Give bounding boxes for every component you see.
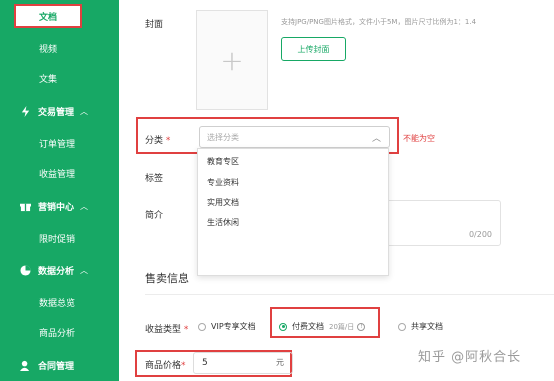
sidebar-item-product-analysis[interactable]: 商品分析: [0, 319, 119, 345]
plus-icon: +: [220, 43, 244, 77]
radio-label: VIP专享文档: [211, 322, 256, 331]
chevron-up-icon: ︿: [80, 106, 89, 116]
revenue-type-label: 收益类型 *: [145, 325, 189, 335]
gift-icon: [20, 203, 31, 211]
sale-section-title: 售卖信息: [145, 272, 189, 285]
sidebar-group-marketing[interactable]: 营销中心 ︿: [0, 193, 119, 219]
dropdown-option[interactable]: 实用文档: [207, 197, 239, 208]
price-unit: 元: [276, 358, 284, 367]
sidebar-item-overview[interactable]: 数据总览: [0, 289, 119, 315]
sidebar-item-video[interactable]: 视频: [0, 35, 119, 61]
sidebar-group-label: 合同管理: [38, 361, 75, 372]
sidebar-item-revenue[interactable]: 收益管理: [0, 160, 119, 186]
sidebar-group-contracts[interactable]: 合同管理: [0, 352, 119, 378]
chevron-up-icon: ︿: [80, 201, 89, 211]
chevron-up-icon: ︿: [371, 134, 381, 144]
tags-label: 标签: [145, 174, 164, 184]
info-icon[interactable]: !: [357, 322, 366, 331]
category-dropdown: 教育专区 专业资料 实用文档 生活休闲: [197, 148, 389, 276]
sidebar-group-trade[interactable]: 交易管理 ︿: [0, 98, 119, 124]
sidebar-group-analytics[interactable]: 数据分析 ︿: [0, 257, 119, 283]
sidebar: 文档 视频 文集 交易管理 ︿ 订单管理 收益管理 营销中心 ︿ 限时促销 数据…: [0, 0, 119, 381]
paid-note: 20篇/日: [329, 322, 355, 331]
cover-hint: 支持JPG/PNG图片格式，文件小于5M，图片尺寸比例为1：1.4: [281, 18, 477, 26]
category-error: 不能为空: [403, 134, 435, 143]
cover-upload-area[interactable]: +: [196, 10, 268, 110]
radio-button[interactable]: [198, 322, 206, 331]
radio-vip[interactable]: VIP专享文档: [198, 321, 256, 332]
trade-icon: [21, 105, 30, 117]
dropdown-option[interactable]: 专业资料: [207, 177, 239, 188]
radio-shared[interactable]: 共享文档: [398, 321, 443, 332]
radio-label: 付费文档: [292, 322, 324, 331]
chevron-up-icon: ︿: [80, 265, 89, 275]
sidebar-item-orders[interactable]: 订单管理: [0, 130, 119, 156]
sidebar-item-documents[interactable]: 文档: [14, 4, 82, 28]
user-icon: [20, 360, 30, 371]
cover-label: 封面: [145, 20, 164, 30]
intro-counter: 0/200: [468, 230, 492, 239]
radio-label: 共享文档: [411, 322, 443, 331]
radio-button-selected[interactable]: [279, 322, 287, 331]
sidebar-item-collections[interactable]: 文集: [0, 65, 119, 91]
sidebar-group-label: 交易管理: [38, 107, 75, 118]
sidebar-group-label: 数据分析: [38, 266, 75, 277]
category-select[interactable]: 选择分类 ︿: [199, 126, 390, 148]
divider: [145, 294, 554, 295]
radio-button[interactable]: [398, 322, 406, 331]
sidebar-group-label: 营销中心: [38, 202, 75, 213]
watermark: 知乎 @阿秋合长: [418, 350, 522, 365]
upload-cover-button[interactable]: 上传封面: [281, 37, 346, 61]
category-placeholder: 选择分类: [207, 132, 239, 142]
pie-chart-icon: [20, 264, 31, 276]
dropdown-option[interactable]: 生活休闲: [207, 217, 239, 228]
radio-paid[interactable]: 付费文档 20篇/日 !: [279, 321, 366, 332]
dropdown-option[interactable]: 教育专区: [207, 156, 239, 167]
category-label: 分类 *: [145, 136, 171, 146]
main-content: 封面 + 支持JPG/PNG图片格式，文件小于5M，图片尺寸比例为1：1.4 上…: [119, 0, 554, 381]
intro-label: 简介: [145, 211, 164, 221]
required-mark: *: [165, 136, 171, 146]
sidebar-item-flash-sale[interactable]: 限时促销: [0, 225, 119, 251]
price-label: 商品价格*: [145, 361, 186, 371]
